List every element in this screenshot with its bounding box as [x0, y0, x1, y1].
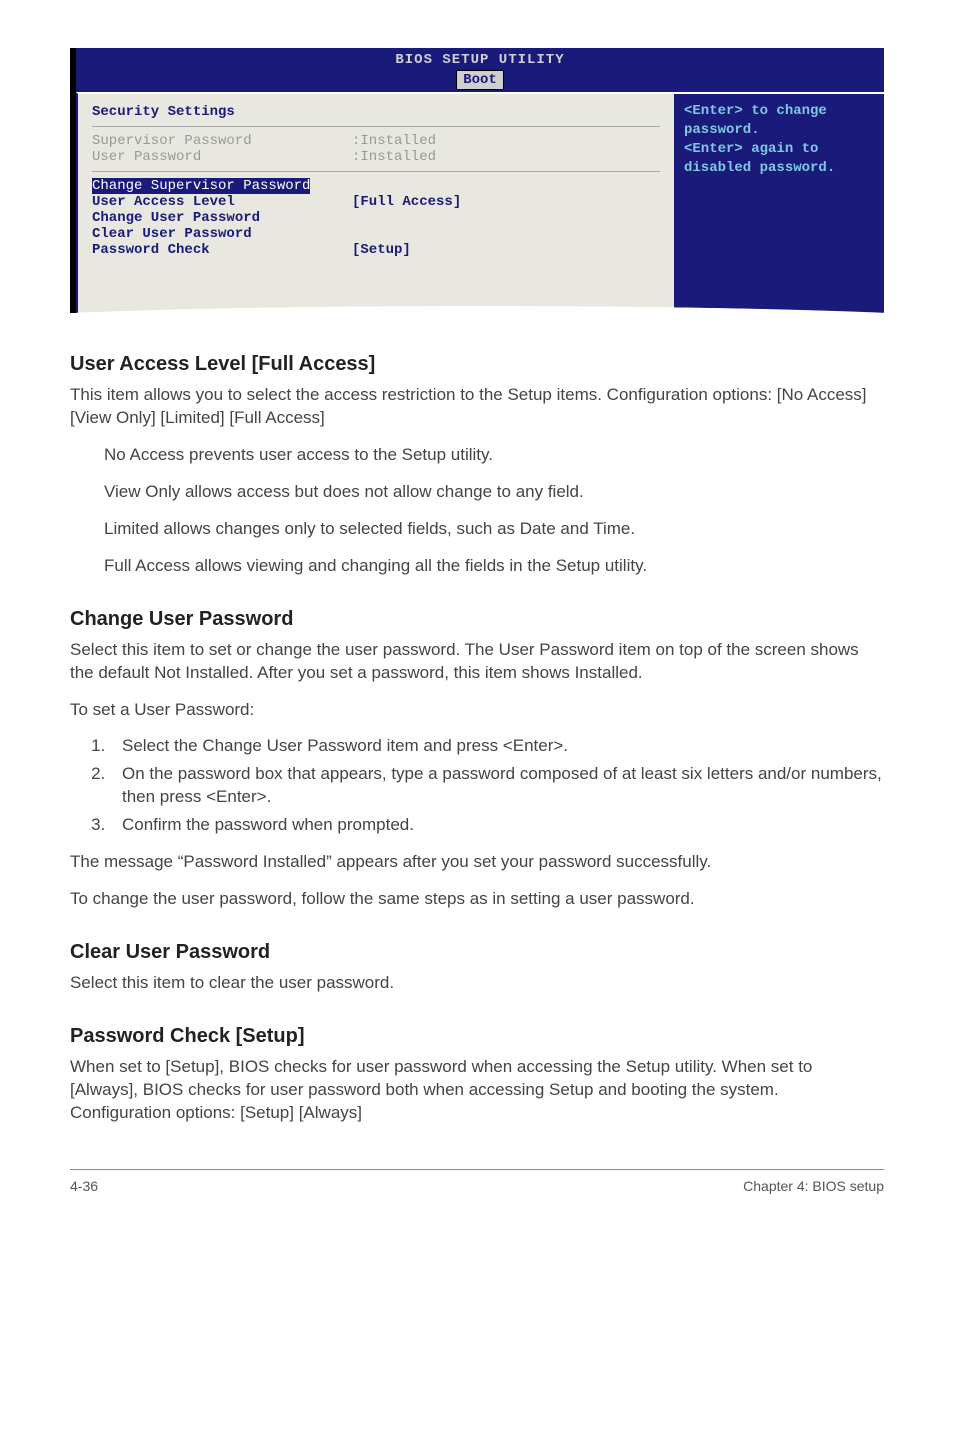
para-view-only: View Only allows access but does not all… — [104, 481, 884, 504]
value-password-check: [Setup] — [352, 242, 411, 258]
value-user-password: :Installed — [352, 149, 436, 165]
value-supervisor-password: :Installed — [352, 133, 436, 149]
bios-title: BIOS SETUP UTILITY — [76, 48, 884, 70]
value-user-access-level: [Full Access] — [352, 194, 461, 210]
bios-help-line-2: <Enter> again to disabled password. — [684, 140, 874, 178]
para-cup-toset: To set a User Password: — [70, 699, 884, 722]
label-user-access-level: User Access Level — [92, 194, 352, 210]
footer-page-number: 4-36 — [70, 1178, 98, 1194]
bios-tabbar: Boot — [76, 70, 884, 92]
bios-tab-boot: Boot — [456, 70, 504, 90]
para-full-access: Full Access allows viewing and changing … — [104, 555, 884, 578]
label-supervisor-password: Supervisor Password — [92, 133, 352, 149]
para-password-check: When set to [Setup], BIOS checks for use… — [70, 1056, 884, 1125]
row-user-access-level: User Access Level [Full Access] — [92, 194, 660, 210]
item-change-user-password: Change User Password — [92, 210, 352, 226]
step-1: Select the Change User Password item and… — [110, 735, 884, 758]
row-clear-user-password: Clear User Password — [92, 226, 660, 242]
para-ual-intro: This item allows you to select the acces… — [70, 384, 884, 430]
label-user-password: User Password — [92, 149, 352, 165]
steps-set-user-password: Select the Change User Password item and… — [70, 735, 884, 837]
para-cup-change: To change the user password, follow the … — [70, 888, 884, 911]
bios-help-panel: <Enter> to change password. <Enter> agai… — [674, 92, 884, 313]
para-no-access: No Access prevents user access to the Se… — [104, 444, 884, 467]
row-user-password: User Password :Installed — [92, 149, 660, 165]
footer-chapter: Chapter 4: BIOS setup — [743, 1178, 884, 1194]
heading-user-access-level: User Access Level [Full Access] — [70, 353, 884, 376]
bios-section-title: Security Settings — [92, 104, 660, 127]
row-change-supervisor-password: Change Supervisor Password — [92, 178, 660, 194]
para-clear-user-password: Select this item to clear the user passw… — [70, 972, 884, 995]
item-clear-user-password: Clear User Password — [92, 226, 352, 242]
para-cup-intro: Select this item to set or change the us… — [70, 639, 884, 685]
page-footer: 4-36 Chapter 4: BIOS setup — [70, 1169, 884, 1194]
para-cup-success: The message “Password Installed” appears… — [70, 851, 884, 874]
bios-help-line-1: <Enter> to change password. — [684, 102, 874, 140]
row-supervisor-password: Supervisor Password :Installed — [92, 133, 660, 149]
bios-screenshot: BIOS SETUP UTILITY Boot Security Setting… — [70, 48, 884, 313]
heading-password-check: Password Check [Setup] — [70, 1025, 884, 1048]
heading-change-user-password: Change User Password — [70, 608, 884, 631]
row-change-user-password: Change User Password — [92, 210, 660, 226]
label-password-check: Password Check — [92, 242, 352, 258]
item-change-supervisor-password: Change Supervisor Password — [92, 178, 310, 194]
step-3: Confirm the password when prompted. — [110, 814, 884, 837]
para-limited: Limited allows changes only to selected … — [104, 518, 884, 541]
bios-left-panel: Security Settings Supervisor Password :I… — [76, 92, 674, 313]
heading-clear-user-password: Clear User Password — [70, 941, 884, 964]
row-password-check: Password Check [Setup] — [92, 242, 660, 258]
step-2: On the password box that appears, type a… — [110, 763, 884, 809]
